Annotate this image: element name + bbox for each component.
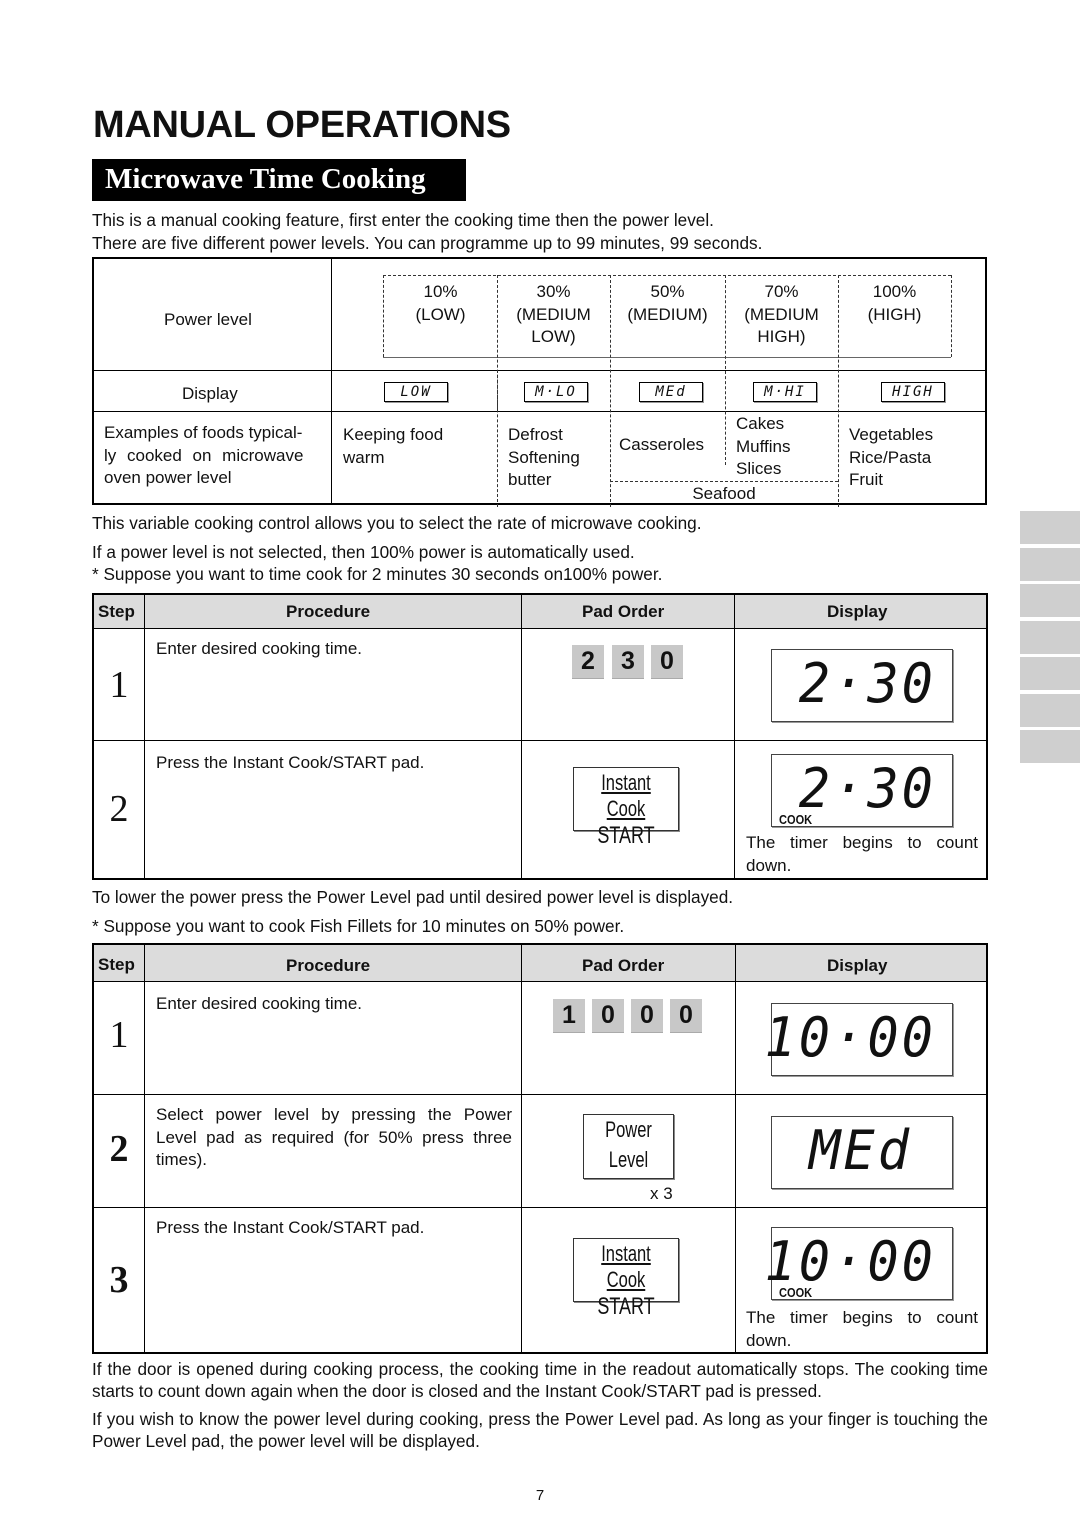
- foods-70: Cakes Muffins Slices: [736, 414, 791, 478]
- example-2-table: Step Procedure Pad Order Display 1 Enter…: [92, 943, 988, 1354]
- foods-50: Casseroles: [619, 435, 705, 454]
- lcd-display: MEd: [771, 1116, 953, 1189]
- display-medium-high: M·HI: [753, 382, 817, 402]
- key-2: 2: [572, 645, 604, 679]
- note-power-level-check: If you wish to know the power level duri…: [92, 1409, 988, 1451]
- side-tab[interactable]: [1020, 693, 1080, 727]
- power-level-table: Power level Display Examples of foods ty…: [92, 257, 987, 507]
- power-level-pad: Power Level: [583, 1114, 674, 1179]
- step-number: 2: [109, 1128, 129, 1170]
- foods-30: Defrost Softening butter: [508, 425, 580, 489]
- cook-indicator: COOK: [779, 1285, 813, 1300]
- lcd-display: 10·00 COOK: [764, 1227, 953, 1300]
- intro-line-1: This is a manual cooking feature, first …: [92, 210, 714, 230]
- key-0: 0: [592, 999, 624, 1033]
- intro-line-2: There are five different power levels. Y…: [92, 233, 763, 253]
- note-door-opened: If the door is opened during cooking pro…: [92, 1359, 988, 1401]
- step-procedure: Press the Instant Cook/START pad.: [156, 1218, 425, 1237]
- timer-note: The timer begins to count down.: [746, 833, 978, 875]
- key-0: 0: [670, 999, 702, 1033]
- table-header: Step Procedure Pad Order Display: [94, 595, 986, 629]
- side-tab[interactable]: [1020, 584, 1080, 617]
- display-medium: MEd: [639, 382, 703, 402]
- foods-100: Vegetables Rice/Pasta Fruit: [849, 425, 934, 489]
- step-number: 2: [109, 788, 129, 830]
- press-multiplier: x 3: [650, 1184, 673, 1203]
- lcd-display: 2·30: [771, 649, 953, 722]
- note-variable-control: This variable cooking control allows you…: [92, 513, 702, 533]
- row-label-display: Display: [182, 384, 238, 403]
- instant-cook-start-pad: Instant Cook START: [573, 767, 679, 849]
- page-title: MANUAL OPERATIONS: [93, 104, 511, 146]
- level-100-header: 100% (HIGH): [867, 282, 922, 324]
- step-procedure: Press the Instant Cook/START pad.: [156, 753, 425, 772]
- cook-indicator: COOK: [779, 812, 813, 827]
- step-procedure: Enter desired cooking time.: [156, 994, 362, 1013]
- instant-cook-start-pad: Instant Cook START: [573, 1238, 679, 1320]
- note-example-2: * Suppose you want to cook Fish Fillets …: [92, 916, 625, 936]
- step-number: 1: [109, 664, 129, 706]
- side-tab-strip: [1020, 511, 1080, 767]
- timer-note: The timer begins to count down.: [746, 1308, 978, 1350]
- foods-10: Keeping food warm: [343, 425, 444, 467]
- note-lower-power: To lower the power press the Power Level…: [92, 887, 734, 907]
- step-procedure: Enter desired cooking time.: [156, 639, 362, 658]
- display-low: LOW: [384, 382, 448, 402]
- foods-shared-seafood: Seafood: [692, 484, 756, 503]
- row-label-examples: Examples of foods typical- ly cooked on …: [104, 423, 304, 487]
- note-example-1: * Suppose you want to time cook for 2 mi…: [92, 564, 663, 584]
- page-number: 7: [535, 1487, 545, 1504]
- example-1-table: Step Procedure Pad Order Display 1 Enter…: [92, 593, 988, 880]
- key-3: 3: [612, 645, 644, 679]
- step-procedure: Select power level by pressing the Power…: [156, 1105, 512, 1169]
- level-70-header: 70% (MEDIUM HIGH): [744, 282, 819, 346]
- table-header: Step Procedure Pad Order Display: [94, 945, 986, 982]
- display-high: HIGH: [881, 382, 945, 402]
- side-tab[interactable]: [1020, 620, 1080, 654]
- side-tab[interactable]: [1020, 511, 1080, 544]
- side-tab[interactable]: [1020, 730, 1080, 763]
- side-tab[interactable]: [1020, 547, 1080, 581]
- display-medium-low: M·LO: [524, 382, 588, 402]
- row-label-power-level: Power level: [164, 310, 252, 329]
- note-default-power: If a power level is not selected, then 1…: [92, 542, 635, 562]
- lcd-display: 10·00: [764, 1003, 953, 1076]
- lcd-display: 2·30 COOK: [771, 754, 953, 827]
- key-1: 1: [553, 999, 585, 1033]
- step-number: 3: [109, 1259, 129, 1301]
- section-title: Microwave Time Cooking: [92, 159, 466, 201]
- step-number: 1: [109, 1014, 129, 1056]
- level-10-header: 10% (LOW): [415, 282, 466, 324]
- level-30-header: 30% (MEDIUM LOW): [516, 282, 591, 346]
- side-tab[interactable]: [1020, 657, 1080, 690]
- key-0: 0: [631, 999, 663, 1033]
- level-50-header: 50% (MEDIUM): [627, 282, 708, 324]
- key-0: 0: [651, 645, 683, 679]
